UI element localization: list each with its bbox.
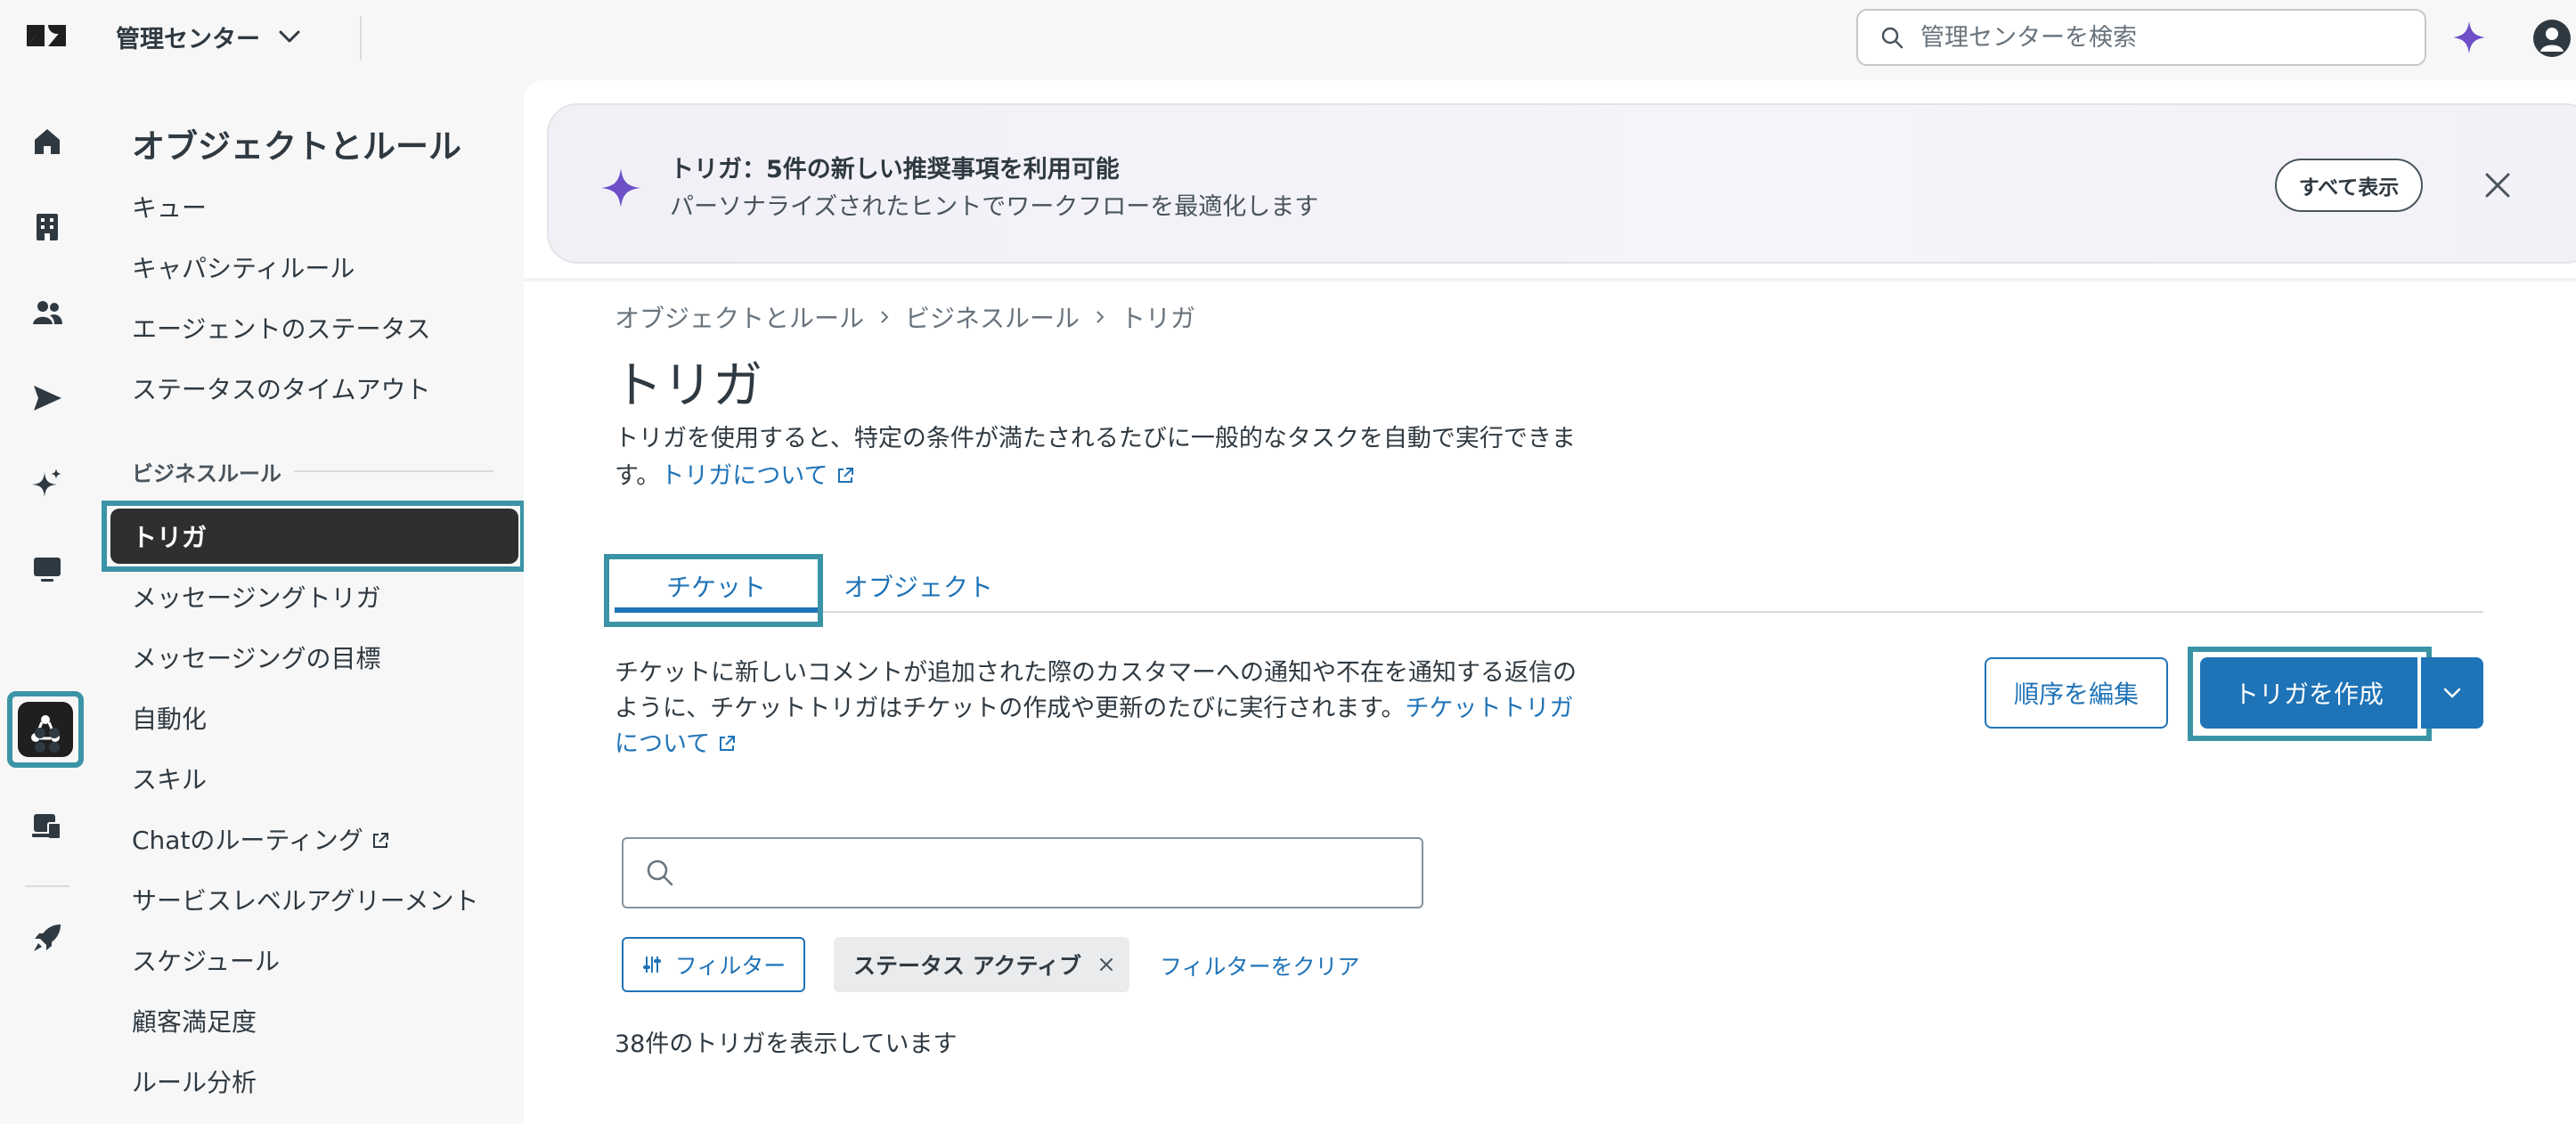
secondary-nav: オブジェクトとルール キュー キャパシティルール エージェントのステータス ステ… [94, 73, 526, 1124]
filter-button-label: フィルター [674, 953, 787, 979]
sparkle-icon [32, 468, 61, 497]
search-icon [647, 859, 673, 886]
rail-ai[interactable] [20, 456, 75, 511]
icon-rail [0, 73, 94, 1124]
nav-section-divider [294, 470, 493, 472]
rail-account[interactable] [20, 200, 75, 255]
create-trigger-menu-button[interactable] [2419, 657, 2483, 729]
breadcrumb-business-rules[interactable]: ビジネスルール [905, 299, 1080, 335]
nav-item-schedules[interactable]: スケジュール [132, 942, 280, 978]
nav-section-business-rules: ビジネスルール [132, 461, 281, 486]
about-triggers-link[interactable]: トリガについて [660, 462, 854, 490]
main-panel: トリガ：5件の新しい推奨事項を利用可能 パーソナライズされたヒントでワークフロー… [524, 80, 2576, 1124]
building-icon [37, 214, 58, 240]
nav-item-skills[interactable]: スキル [132, 761, 207, 796]
banner-subtitle: パーソナライズされたヒントでワークフローを最適化します [670, 193, 1319, 221]
breadcrumb-current: トリガ [1121, 304, 1196, 333]
trigger-count: 38件のトリガを表示しています [615, 1030, 958, 1058]
top-bar: 管理センター [0, 0, 2576, 73]
zendesk-logo[interactable] [27, 20, 66, 52]
filter-button[interactable]: フィルター [622, 937, 805, 992]
tab-highlight [604, 554, 823, 627]
chevron-right-icon [881, 311, 889, 323]
create-trigger-button[interactable]: トリガを作成 [2200, 657, 2417, 729]
close-icon[interactable] [2480, 167, 2515, 203]
active-filter-chip: ステータス アクティブ [834, 937, 1129, 992]
rail-people[interactable] [20, 285, 75, 340]
nav-item-messaging-goals[interactable]: メッセージングの目標 [132, 639, 380, 675]
banner-divider [524, 278, 2576, 281]
trigger-search[interactable] [622, 837, 1423, 908]
nav-item-agent-status[interactable]: エージェントのステータス [132, 310, 430, 346]
nav-item-capacity-rules[interactable]: キャパシティルール [132, 249, 355, 285]
clear-filters-link[interactable]: フィルターをクリア [1160, 949, 1360, 981]
nav-item-triggers[interactable]: トリガ [110, 509, 518, 564]
nav-item-csat[interactable]: 顧客満足度 [132, 1003, 257, 1038]
nav-item-queues[interactable]: キュー [132, 189, 207, 224]
apps-icon [35, 728, 60, 753]
ai-sparkle-icon[interactable] [2451, 20, 2487, 55]
nav-title: オブジェクトとルール [132, 127, 461, 166]
rail-account-workspace[interactable] [20, 798, 75, 853]
rail-workspaces[interactable] [20, 542, 75, 597]
nav-item-chat-routing-label: Chatのルーティング [132, 826, 363, 855]
external-link-icon [372, 833, 388, 848]
nav-item-sla[interactable]: サービスレベルアグリーメント [132, 882, 478, 917]
nav-item-rule-analysis[interactable]: ルール分析 [132, 1063, 257, 1099]
global-search-input[interactable] [1919, 22, 2400, 53]
ai-sparkle-icon [601, 168, 640, 208]
banner-title: トリガ：5件の新しい推奨事項を利用可能 [670, 156, 1120, 183]
active-filter-label: ステータス アクティブ [853, 953, 1081, 979]
nav-item-automations[interactable]: 自動化 [132, 700, 207, 736]
monitor-icon [34, 558, 61, 582]
page-description: トリガを使用すると、特定の条件が満たされるたびに一般的なタスクを自動で実行できま… [615, 420, 1621, 495]
nav-item-messaging-triggers[interactable]: メッセージングトリガ [132, 579, 380, 615]
rail-apps[interactable] [20, 713, 75, 768]
tab-objects[interactable]: オブジェクト [843, 561, 994, 613]
top-divider [360, 16, 362, 61]
chevron-down-icon [2443, 688, 2461, 698]
breadcrumb: オブジェクトとルール ビジネスルール トリガ [615, 299, 1195, 335]
remove-filter-icon[interactable] [1097, 956, 1115, 973]
global-search[interactable] [1856, 9, 2426, 66]
search-icon [1881, 27, 1903, 49]
user-avatar[interactable] [2533, 20, 2571, 57]
home-icon [35, 129, 60, 154]
tab-list: チケット オブジェクト [615, 561, 2483, 613]
send-icon [34, 386, 61, 411]
product-switcher[interactable]: 管理センター [116, 16, 303, 57]
rail-getting-started[interactable] [20, 910, 75, 965]
workspace-icon [32, 814, 61, 840]
about-triggers-link-label: トリガについて [660, 462, 828, 490]
recommendations-banner: トリガ：5件の新しい推奨事項を利用可能 パーソナライズされたヒントでワークフロー… [547, 103, 2576, 264]
rocket-icon [34, 924, 61, 951]
chevron-down-icon [279, 30, 300, 43]
ticket-triggers-description: チケットに新しいコメントが追加された際のカスタマーへの通知や不在を通知する返信の… [615, 656, 1577, 762]
nav-item-status-timeout[interactable]: ステータスのタイムアウト [132, 371, 430, 406]
external-link-icon [720, 736, 736, 751]
filter-sliders-icon [642, 957, 661, 973]
external-link-icon [837, 468, 853, 483]
nav-item-chat-routing[interactable]: Chatのルーティング [132, 821, 390, 857]
rail-channels[interactable] [20, 371, 75, 426]
rail-separator [25, 885, 69, 887]
people-icon [33, 301, 62, 324]
edit-order-button[interactable]: 順序を編集 [1985, 657, 2168, 729]
trigger-search-input[interactable] [689, 857, 1420, 889]
rail-home[interactable] [20, 114, 75, 169]
product-name: 管理センター [116, 25, 260, 53]
user-avatar-icon [2540, 28, 2564, 52]
page-title: トリガ [613, 357, 762, 415]
breadcrumb-objects-rules[interactable]: オブジェクトとルール [615, 299, 864, 335]
show-all-button[interactable]: すべて表示 [2275, 159, 2423, 212]
chevron-right-icon [1096, 311, 1105, 323]
